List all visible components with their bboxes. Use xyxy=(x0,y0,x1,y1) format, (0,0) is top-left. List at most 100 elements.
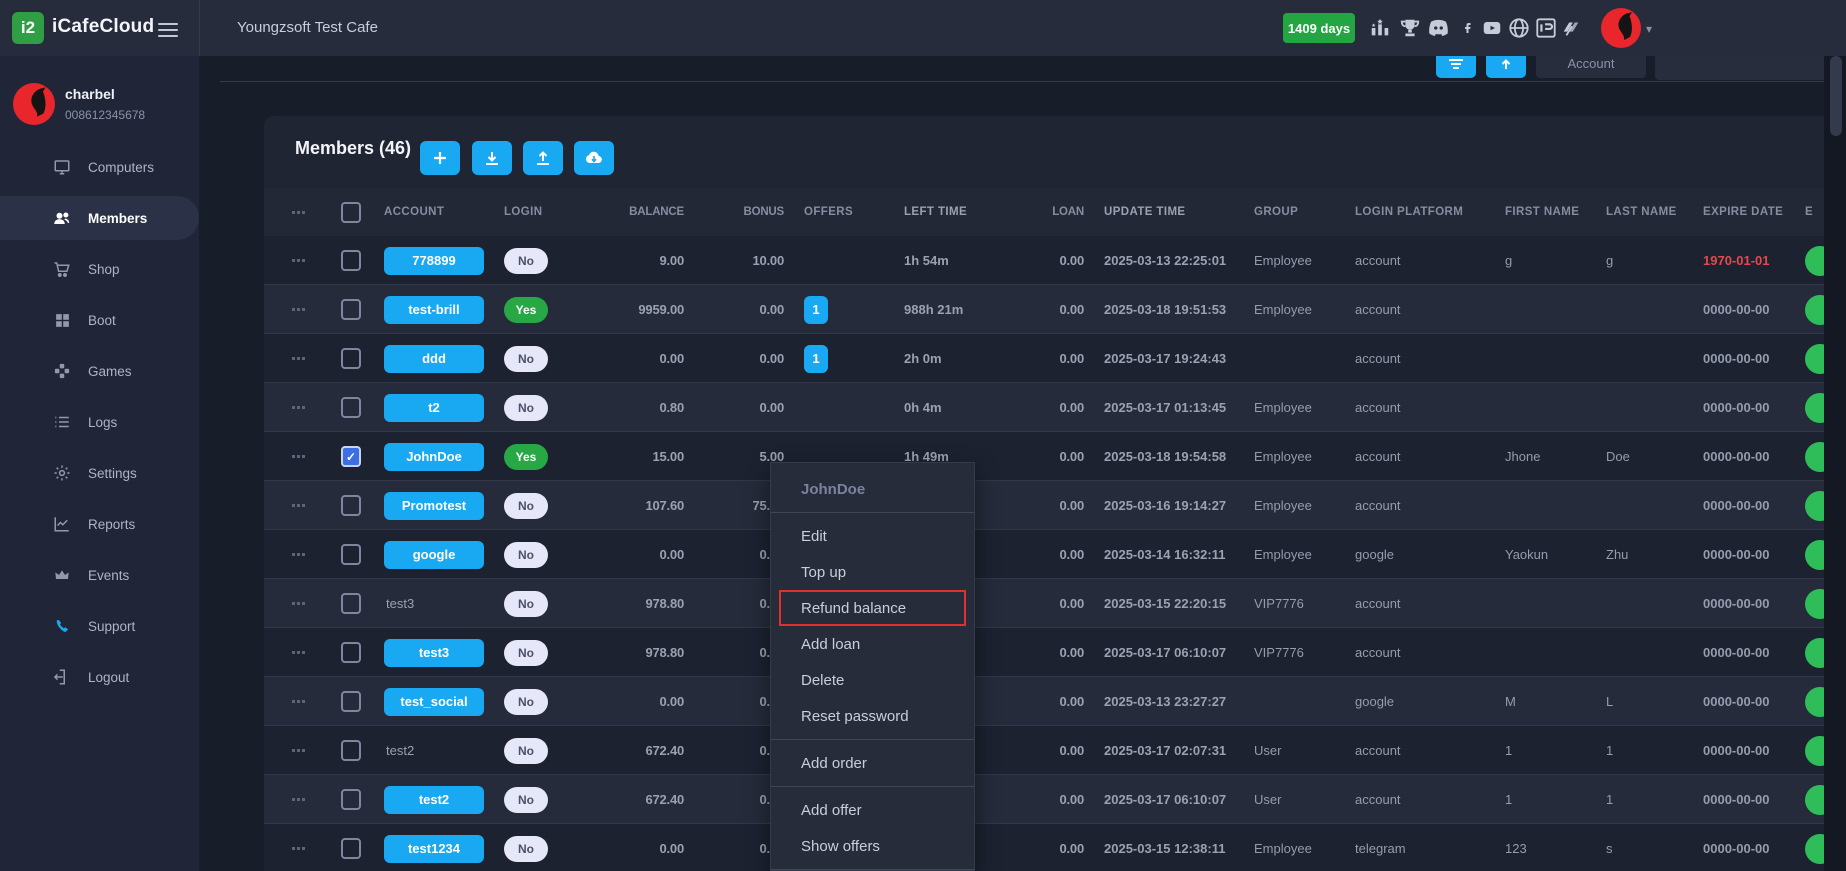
row-grip-icon[interactable] xyxy=(292,334,314,383)
days-remaining-badge[interactable]: 1409 days xyxy=(1283,13,1355,43)
account-button[interactable]: t2 xyxy=(384,394,484,422)
account-cell[interactable]: google xyxy=(384,530,484,579)
sidebar-item-computers[interactable]: Computers xyxy=(0,145,199,189)
row-checkbox[interactable] xyxy=(341,579,361,628)
row-grip-icon[interactable] xyxy=(292,383,314,432)
row-checkbox[interactable] xyxy=(341,383,361,432)
row-checkbox[interactable] xyxy=(341,285,361,334)
enabled-toggle[interactable] xyxy=(1805,383,1824,432)
discord-icon[interactable] xyxy=(1425,16,1451,40)
menu-item-top-up[interactable]: Top up xyxy=(771,554,974,590)
account-button[interactable]: test_social xyxy=(384,688,484,716)
row-grip-icon[interactable] xyxy=(292,579,314,628)
row-grip-icon[interactable] xyxy=(292,432,314,481)
enabled-toggle[interactable] xyxy=(1805,628,1824,677)
menu-item-add-order[interactable]: Add order xyxy=(771,745,974,781)
column-header-balance[interactable]: BALANCE xyxy=(584,188,684,236)
globe-icon[interactable] xyxy=(1506,16,1532,40)
enabled-toggle[interactable] xyxy=(1805,481,1824,530)
account-button[interactable]: test2 xyxy=(384,786,484,814)
row-checkbox[interactable]: ✓ xyxy=(341,432,361,481)
cloud-download-button[interactable] xyxy=(574,141,614,175)
sidebar-item-reports[interactable]: Reports xyxy=(0,502,199,546)
sidebar-item-events[interactable]: Events xyxy=(0,553,199,597)
row-checkbox[interactable] xyxy=(341,530,361,579)
menu-item-add-offer[interactable]: Add offer xyxy=(771,792,974,828)
row-checkbox[interactable] xyxy=(341,628,361,677)
menu-item-add-loan[interactable]: Add loan xyxy=(771,626,974,662)
enabled-toggle[interactable] xyxy=(1805,726,1824,775)
chevron-down-icon[interactable]: ▾ xyxy=(1646,22,1652,36)
enabled-toggle[interactable] xyxy=(1805,334,1824,383)
account-button[interactable]: test-brill xyxy=(384,296,484,324)
account-button[interactable]: JohnDoe xyxy=(384,443,484,471)
account-cell[interactable]: Promotest xyxy=(384,481,484,530)
sidebar-item-members[interactable]: Members xyxy=(0,196,199,240)
account-button[interactable]: 778899 xyxy=(384,247,484,275)
row-grip-icon[interactable] xyxy=(292,236,314,285)
enabled-toggle[interactable] xyxy=(1805,579,1824,628)
column-header-expire-date[interactable]: EXPIRE DATE xyxy=(1703,188,1798,236)
account-cell[interactable]: test_social xyxy=(384,677,484,726)
column-header-e[interactable]: E xyxy=(1805,188,1824,236)
row-checkbox[interactable] xyxy=(341,236,361,285)
row-grip-icon[interactable] xyxy=(292,824,314,871)
column-header-last-name[interactable]: LAST NAME xyxy=(1606,188,1696,236)
account-cell[interactable]: 778899 xyxy=(384,236,484,285)
layers-icon[interactable] xyxy=(1558,16,1584,40)
account-cell[interactable]: test3 xyxy=(384,579,486,628)
account-cell[interactable]: ddd xyxy=(384,334,484,383)
account-cell[interactable]: test2 xyxy=(384,775,484,824)
offers-cell[interactable]: 1 xyxy=(804,285,844,334)
account-button[interactable]: google xyxy=(384,541,484,569)
user-avatar[interactable] xyxy=(1601,8,1641,48)
row-grip-icon[interactable] xyxy=(292,775,314,824)
vertical-scrollbar[interactable] xyxy=(1830,56,1842,136)
account-cell[interactable]: test2 xyxy=(384,726,486,775)
ranking-icon[interactable] xyxy=(1367,16,1393,40)
account-cell[interactable]: JohnDoe xyxy=(384,432,484,481)
account-cell[interactable]: t2 xyxy=(384,383,484,432)
row-grip-icon[interactable] xyxy=(292,677,314,726)
offers-cell[interactable] xyxy=(804,383,844,432)
hamburger-menu-icon[interactable] xyxy=(158,19,178,41)
sidebar-item-logout[interactable]: Logout xyxy=(0,655,199,699)
menu-item-delete[interactable]: Delete xyxy=(771,662,974,698)
offers-cell[interactable] xyxy=(804,236,844,285)
column-header-bonus[interactable]: BONUS xyxy=(694,188,784,236)
offers-cell[interactable]: 1 xyxy=(804,334,844,383)
enabled-toggle[interactable] xyxy=(1805,530,1824,579)
row-checkbox[interactable] xyxy=(341,824,361,871)
enabled-toggle[interactable] xyxy=(1805,432,1824,481)
sidebar-item-settings[interactable]: Settings xyxy=(0,451,199,495)
enabled-toggle[interactable] xyxy=(1805,775,1824,824)
sidebar-item-logs[interactable]: Logs xyxy=(0,400,199,444)
sidebar-item-games[interactable]: Games xyxy=(0,349,199,393)
account-button[interactable]: test1234 xyxy=(384,835,484,863)
column-header-left-time[interactable]: LEFT TIME xyxy=(904,188,994,236)
enabled-toggle[interactable] xyxy=(1805,285,1824,334)
row-checkbox[interactable] xyxy=(341,775,361,824)
menu-item-reset-password[interactable]: Reset password xyxy=(771,698,974,734)
column-header-offers[interactable]: OFFERS xyxy=(804,188,844,236)
column-header-account[interactable]: ACCOUNT xyxy=(384,188,484,236)
column-header-login-platform[interactable]: LOGIN PLATFORM xyxy=(1355,188,1465,236)
row-checkbox[interactable] xyxy=(341,334,361,383)
offer-count-badge[interactable]: 1 xyxy=(804,296,828,324)
menu-item-show-offers[interactable]: Show offers xyxy=(771,828,974,864)
column-header-first-name[interactable]: FIRST NAME xyxy=(1505,188,1595,236)
icafe-icon[interactable] xyxy=(1533,16,1559,40)
row-grip-icon[interactable] xyxy=(292,628,314,677)
row-grip-icon[interactable] xyxy=(292,285,314,334)
column-header-update-time[interactable]: UPDATE TIME xyxy=(1104,188,1254,236)
import-members-button[interactable] xyxy=(472,141,512,175)
column-header-loan[interactable]: LOAN xyxy=(994,188,1084,236)
account-button[interactable]: test3 xyxy=(384,639,484,667)
row-checkbox[interactable] xyxy=(341,481,361,530)
sidebar-item-boot[interactable]: Boot xyxy=(0,298,199,342)
account-cell[interactable]: test1234 xyxy=(384,824,484,871)
row-grip-icon[interactable] xyxy=(292,481,314,530)
account-cell[interactable]: test-brill xyxy=(384,285,484,334)
sidebar-item-shop[interactable]: Shop xyxy=(0,247,199,291)
enabled-toggle[interactable] xyxy=(1805,824,1824,871)
